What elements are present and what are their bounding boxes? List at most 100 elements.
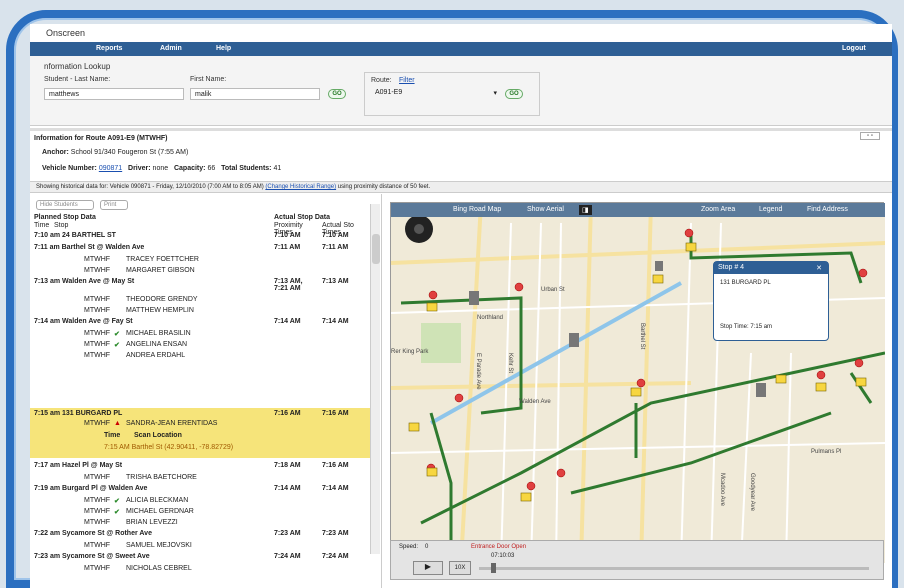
vehicle-label: Vehicle Number: bbox=[42, 165, 97, 172]
highlight-days: MTWHF bbox=[84, 420, 111, 427]
historical-text: Showing historical data for: Vehicle 090… bbox=[36, 184, 264, 190]
map-canvas: Urban St Northland Walden Ave Rer King P… bbox=[391, 203, 885, 563]
first-name-label: First Name: bbox=[190, 76, 227, 83]
popup-stop-time-value: 7:15 am bbox=[750, 324, 773, 330]
route-info: Information for Route A091-E9 (MTWHF) An… bbox=[30, 129, 892, 189]
play-button[interactable]: ▶ bbox=[413, 561, 443, 575]
map-panel[interactable]: Urban St Northland Walden Ave Rer King P… bbox=[390, 202, 885, 563]
stop-prox: 7:13 AM, 7:21 AM bbox=[274, 278, 303, 292]
show-aerial-button[interactable]: Show Aerial bbox=[527, 206, 564, 213]
playback-bar: Speed: 0 Entrance Door Open 07:10:03 ▶ 1… bbox=[390, 540, 884, 580]
menu-admin[interactable]: Admin bbox=[160, 45, 182, 52]
street-barthel: Barthel St bbox=[639, 323, 645, 350]
scroll-thumb[interactable] bbox=[372, 234, 380, 264]
playback-slider[interactable] bbox=[479, 567, 869, 570]
logout-link[interactable]: Logout bbox=[842, 45, 866, 52]
anchor-label: Anchor: bbox=[42, 149, 69, 156]
check-icon: ✔ bbox=[114, 331, 120, 338]
student-name: MATTHEW HEMPLIN bbox=[126, 307, 194, 314]
close-icon[interactable]: ✕ bbox=[816, 264, 822, 272]
anchor-line: Anchor: School 91/340 Fougeron St (7:55 … bbox=[42, 149, 188, 156]
student-go-button[interactable]: GO bbox=[328, 89, 346, 99]
student-name: MICHAEL GERDNAR bbox=[126, 508, 194, 515]
find-address-button[interactable]: Find Address bbox=[807, 206, 848, 213]
event-text: Entrance Door Open bbox=[471, 544, 527, 550]
map-toolbar: Bing Road Map Show Aerial ◨ Zoom Area Le… bbox=[391, 203, 885, 217]
total-value: 41 bbox=[273, 165, 282, 172]
popup-title: Stop # 4 bbox=[718, 264, 745, 271]
total-label: Total Students: bbox=[221, 165, 272, 172]
stop-text: 7:17 am Hazel Pl @ May St bbox=[34, 462, 123, 469]
stop-popup: Stop # 4 ✕ 131 BURGARD PL Stop Time: 7:15… bbox=[713, 261, 829, 341]
highlight-stop-text: 7:15 am 131 BURGARD PL bbox=[34, 410, 123, 417]
student-name: ALICIA BLECKMAN bbox=[126, 497, 189, 504]
stop-prox: 7:10 AM bbox=[274, 232, 301, 239]
stop-prox: 7:14 AM bbox=[274, 485, 301, 492]
stop-text: 7:14 am Walden Ave @ Fay St bbox=[34, 318, 133, 325]
stop-text: 7:19 am Burgard Pl @ Walden Ave bbox=[34, 485, 148, 492]
slider-thumb[interactable] bbox=[491, 563, 496, 573]
student-days: MTWHF bbox=[84, 542, 111, 549]
street-goodyear: Goodyear Ave bbox=[749, 473, 755, 512]
zoom-area-button[interactable]: Zoom Area bbox=[701, 206, 735, 213]
menu-help[interactable]: Help bbox=[216, 45, 231, 52]
change-range-link[interactable]: (Change Historical Range) bbox=[265, 184, 336, 190]
student-name: THEODORE GRENDY bbox=[126, 296, 198, 303]
route-go-button[interactable]: GO bbox=[505, 89, 523, 99]
stop-prox: 7:23 AM bbox=[274, 530, 301, 537]
capacity-value: 66 bbox=[207, 165, 216, 172]
stop-text: 7:22 am Sycamore St @ Rother Ave bbox=[34, 530, 152, 537]
hide-students-label: Hide Students bbox=[40, 202, 78, 208]
highlight-prox: 7:16 AM bbox=[274, 410, 301, 417]
student-days: MTWHF bbox=[84, 508, 111, 515]
scan-location-label: Scan Location bbox=[134, 432, 182, 439]
stop-act: 7:14 AM bbox=[322, 485, 349, 492]
check-icon: ✔ bbox=[114, 509, 120, 516]
student-days: MTWHF bbox=[84, 497, 111, 504]
stop-act: 7:16 AM bbox=[322, 462, 349, 469]
print-button[interactable]: Print bbox=[100, 200, 128, 210]
student-days: MTWHF bbox=[84, 565, 111, 572]
vehicle-link[interactable]: 090871 bbox=[99, 165, 122, 172]
route-select-value: A091-E9 bbox=[375, 89, 403, 96]
map-type-icon[interactable]: ◨ bbox=[579, 205, 592, 215]
student-days: MTWHF bbox=[84, 352, 111, 359]
student-days: MTWHF bbox=[84, 330, 111, 337]
route-select[interactable]: A091-E9 ▾ bbox=[371, 87, 501, 99]
playback-time: 07:10:03 bbox=[491, 553, 515, 559]
stop-prox: 7:14 AM bbox=[274, 318, 301, 325]
route-box: Route: Filter A091-E9 ▾ GO bbox=[364, 72, 540, 116]
check-icon: ✔ bbox=[114, 342, 120, 349]
information-lookup: nformation Lookup Student - Last Name: m… bbox=[30, 56, 892, 126]
highlight-student: SANDRA-JEAN ERENTIDAS bbox=[126, 420, 218, 427]
student-days: MTWHF bbox=[84, 341, 111, 348]
stop-text: 7:13 am Walden Ave @ May St bbox=[34, 278, 135, 285]
stops-scrollbar[interactable] bbox=[370, 204, 380, 554]
legend-button[interactable]: Legend bbox=[759, 206, 782, 213]
hide-students-button[interactable]: Hide Students bbox=[36, 200, 94, 210]
first-name-input[interactable]: malik bbox=[190, 88, 320, 100]
stop-act: 7:14 AM bbox=[322, 318, 349, 325]
rate-button[interactable]: 10X bbox=[449, 561, 471, 575]
highlighted-stop[interactable]: 7:15 am 131 BURGARD PL 7:16 AM 7:16 AM M… bbox=[30, 408, 370, 458]
route-filter-link[interactable]: Filter bbox=[399, 77, 415, 84]
student-name: MICHAEL BRASILIN bbox=[126, 330, 191, 337]
bing-road-button[interactable]: Bing Road Map bbox=[453, 206, 501, 213]
street-northland: Northland bbox=[477, 315, 503, 321]
student-last-input[interactable]: matthews bbox=[44, 88, 184, 100]
student-days: MTWHF bbox=[84, 519, 111, 526]
student-name: MARGARET GIBSON bbox=[126, 267, 195, 274]
street-pulmans: Pulmans Pl bbox=[811, 449, 841, 455]
street-kehr: Kehr St bbox=[507, 353, 513, 373]
student-name: TRACEY FOETTCHER bbox=[126, 256, 199, 263]
stop-act: 7:11 AM bbox=[322, 244, 349, 251]
student-last-label: Student - Last Name: bbox=[44, 76, 111, 83]
actual-heading: Actual Stop Data bbox=[274, 214, 331, 221]
planned-heading: Planned Stop Data bbox=[34, 214, 96, 221]
student-days: MTWHF bbox=[84, 296, 111, 303]
stop-text: 7:23 am Sycamore St @ Sweet Ave bbox=[34, 553, 150, 560]
popup-header: Stop # 4 ✕ bbox=[714, 262, 828, 274]
menu-reports[interactable]: Reports bbox=[96, 45, 122, 52]
highlight-act: 7:16 AM bbox=[322, 410, 349, 417]
street-mcadoo: Mcadoo Ave bbox=[719, 473, 725, 507]
